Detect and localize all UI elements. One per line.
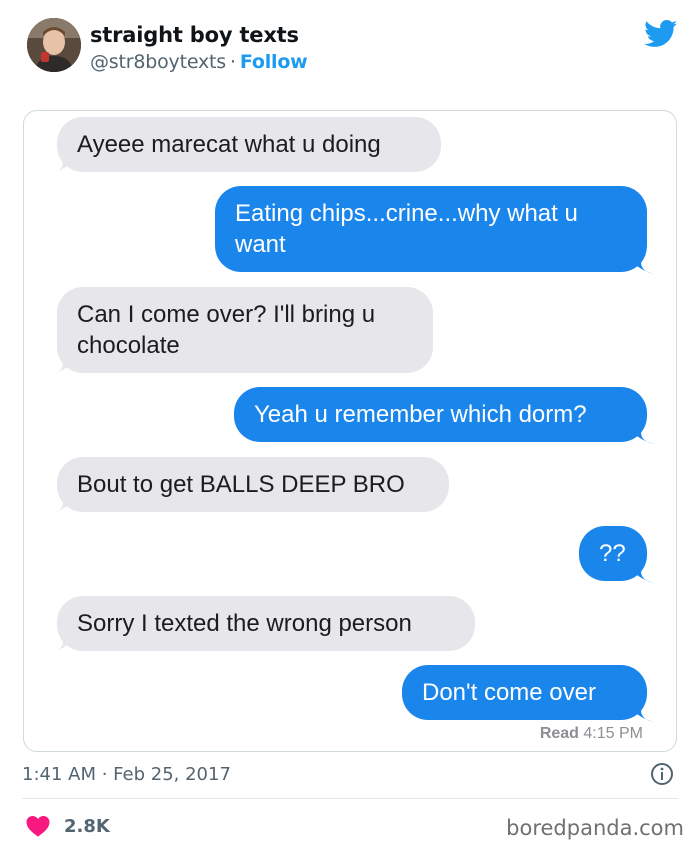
- message-bubble-outgoing: Eating chips...crine...why what u want: [215, 186, 655, 274]
- avatar[interactable]: [27, 18, 81, 72]
- avatar-image: [27, 18, 81, 72]
- watermark: boredpanda.com: [506, 816, 684, 840]
- read-receipt: Read 4:15 PM: [540, 725, 643, 743]
- message-text: Sorry I texted the wrong person: [77, 610, 412, 637]
- bubble-tail-icon: [49, 631, 71, 653]
- message-bubble-outgoing: Yeah u remember which dorm?: [234, 387, 655, 444]
- message-text-line2: want: [235, 231, 286, 258]
- message-text: ??: [599, 540, 626, 567]
- read-label: Read: [539, 725, 579, 742]
- bubble-tail-icon: [633, 700, 655, 722]
- author-name[interactable]: straight boy texts: [90, 22, 308, 48]
- bubble-tail-icon: [49, 152, 71, 174]
- message-bubble-incoming: Ayeee marecat what u doing: [49, 117, 441, 174]
- author-block: straight boy texts @str8boytexts · Follow: [90, 22, 308, 75]
- bubble-tail-icon: [49, 492, 71, 514]
- message-bubble-incoming: Sorry I texted the wrong person: [49, 596, 475, 653]
- message-text: Eating chips...crine...why what u: [235, 200, 578, 227]
- tweet-card: straight boy texts @str8boytexts · Follow …: [0, 0, 700, 853]
- message-bubble-outgoing: ??: [579, 526, 655, 583]
- message-text: Yeah u remember which dorm?: [254, 401, 587, 428]
- twitter-bird-icon[interactable]: [644, 20, 678, 48]
- like-count: 2.8K: [64, 815, 110, 837]
- message-bubble-incoming: Can I come over? I'll bring u chocolate: [49, 287, 433, 375]
- author-meta: @str8boytexts · Follow: [90, 49, 308, 75]
- message-text: Can I come over? I'll bring u: [77, 301, 376, 328]
- bubble-tail-icon: [633, 561, 655, 583]
- info-icon[interactable]: [650, 762, 674, 786]
- divider: [22, 798, 678, 799]
- separator-dot: ·: [229, 51, 236, 73]
- message-bubble-outgoing: Don't come over: [402, 665, 655, 722]
- message-text: Don't come over: [422, 679, 596, 706]
- bubble-tail-icon: [49, 353, 71, 375]
- bubble-tail-icon: [633, 252, 655, 274]
- heart-icon[interactable]: [26, 815, 50, 837]
- message-text: Bout to get BALLS DEEP BRO: [77, 471, 405, 498]
- conversation-image[interactable]: Ayeee marecat what u doing Eating chips.…: [23, 110, 677, 752]
- follow-button[interactable]: Follow: [240, 51, 308, 73]
- read-time: 4:15 PM: [583, 725, 643, 742]
- message-bubble-incoming: Bout to get BALLS DEEP BRO: [49, 457, 449, 514]
- tweet-timestamp[interactable]: 1:41 AM · Feb 25, 2017: [22, 764, 231, 785]
- bubble-tail-icon: [633, 422, 655, 444]
- message-text: Ayeee marecat what u doing: [77, 131, 381, 158]
- author-handle[interactable]: @str8boytexts: [90, 51, 226, 73]
- message-text-line2: chocolate: [77, 332, 180, 359]
- like-action[interactable]: 2.8K: [26, 815, 110, 837]
